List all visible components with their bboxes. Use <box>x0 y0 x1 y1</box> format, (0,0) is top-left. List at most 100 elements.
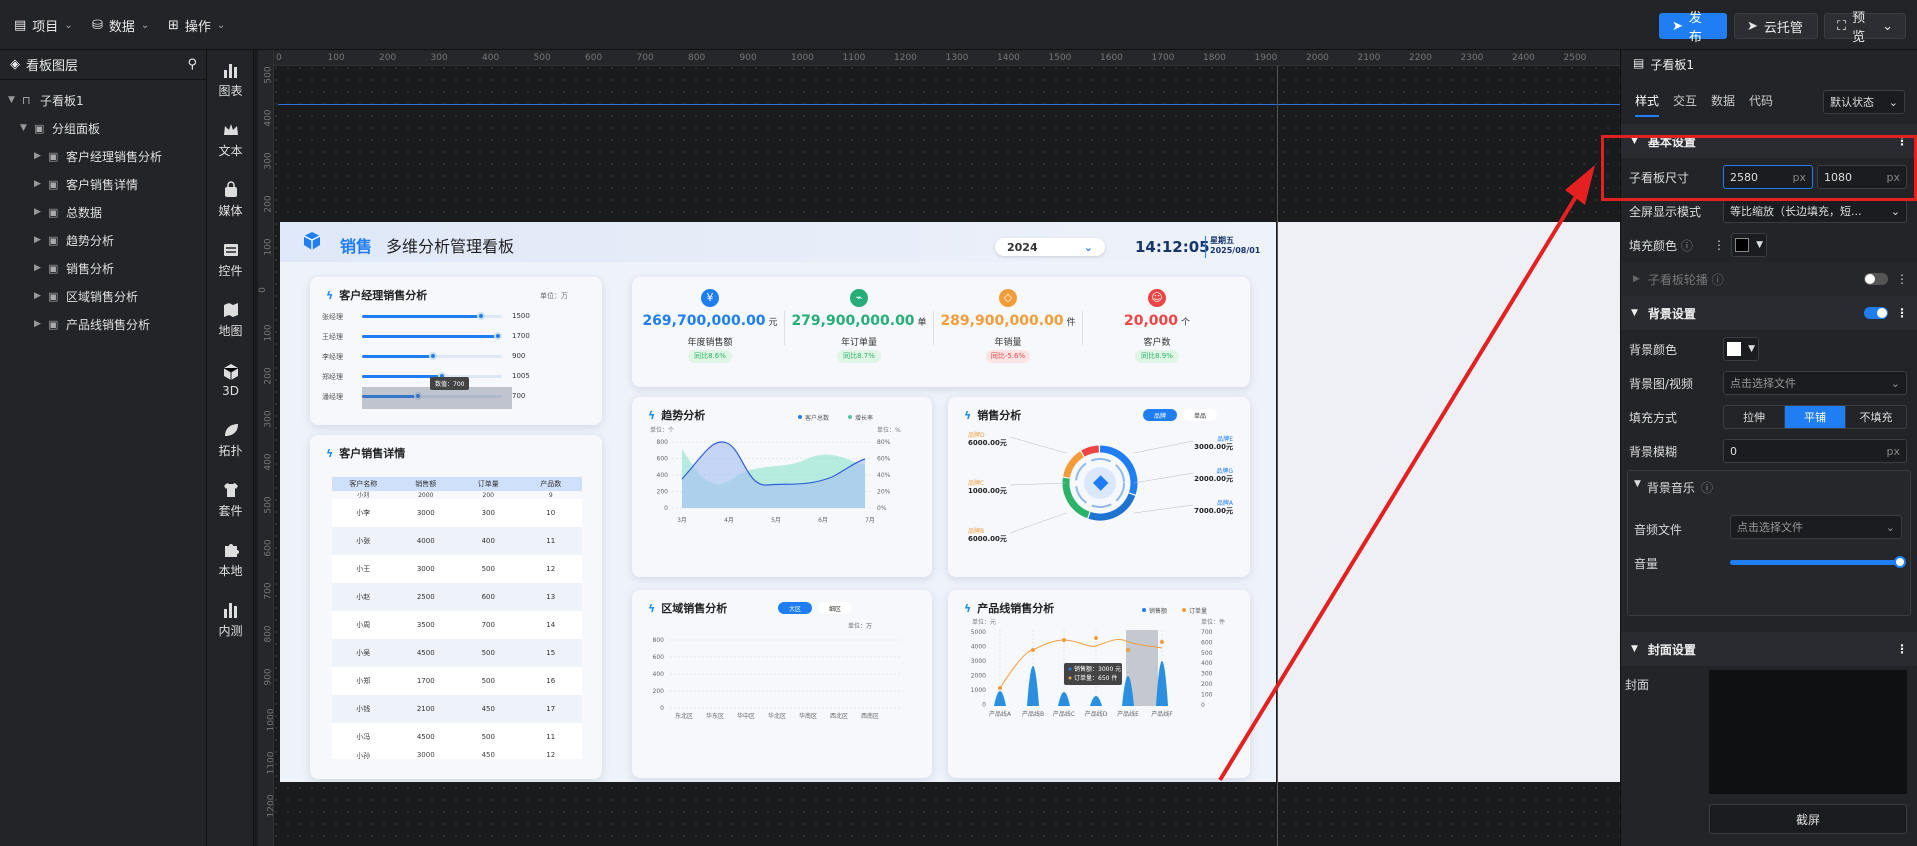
tool-local[interactable]: 本地 <box>207 530 254 590</box>
layer-item[interactable]: ▶ ▣ 客户销售详情 <box>0 170 207 198</box>
help-icon[interactable]: ⓘ <box>1681 239 1693 253</box>
layer-item[interactable]: ▶ ▣ 产品线销售分析 <box>0 310 207 338</box>
caret-right-icon[interactable]: ▶ <box>1633 274 1640 284</box>
tool-beta[interactable]: 内测 <box>207 590 254 650</box>
board-icon: ▤ <box>1633 56 1645 70</box>
ruler-tick: 200 <box>263 367 274 385</box>
table-cell: 10 <box>546 509 556 517</box>
tab-interaction[interactable]: 交互 <box>1673 92 1697 117</box>
axis-unit: 单位：万 <box>848 622 872 630</box>
caret-right-icon[interactable]: ▶ <box>34 179 48 189</box>
layer-item[interactable]: ▶ ▣ 总数据 <box>0 198 207 226</box>
caret-right-icon[interactable]: ▶ <box>34 151 48 161</box>
table-row: 小李 3000 300 10 <box>332 499 582 527</box>
state-select[interactable]: 默认状态 ⌄ <box>1823 90 1905 114</box>
menu-data[interactable]: ⛁ 数据 ⌄ <box>92 13 149 37</box>
volume-thumb[interactable] <box>1894 556 1906 568</box>
tool-3d[interactable]: 3D <box>207 350 254 410</box>
fill-mode-stretch[interactable]: 拉伸 <box>1724 406 1785 428</box>
more-icon[interactable]: ⋮ <box>1896 306 1908 320</box>
fill-mode-none[interactable]: 不填充 <box>1846 406 1906 428</box>
tool-text[interactable]: 文本 <box>207 110 254 170</box>
section-background[interactable]: ▼ 背景设置 ⋮ <box>1621 296 1917 330</box>
ruler-tick: 700 <box>263 582 274 600</box>
screenshot-button[interactable]: 截屏 <box>1709 804 1907 834</box>
layers-icon: ◈ <box>10 57 20 72</box>
more-icon[interactable]: ⋮ <box>1896 272 1908 286</box>
section-cover[interactable]: ▼ 封面设置 ⋮ <box>1621 632 1917 666</box>
more-icon[interactable]: ⋮ <box>1896 642 1908 656</box>
fullscreen-select[interactable]: 等比缩放（长边填充，短... ⌄ <box>1723 199 1907 223</box>
more-icon[interactable]: ⋮ <box>1713 238 1725 252</box>
carousel-toggle[interactable] <box>1864 273 1888 285</box>
caret-down-icon[interactable]: ▼ <box>1634 479 1641 496</box>
caret-down-icon[interactable]: ▼ <box>8 95 22 105</box>
kpi-label: 年销量 <box>994 338 1022 348</box>
volume-slider[interactable] <box>1730 560 1900 565</box>
tool-chart[interactable]: 图表 <box>207 50 254 110</box>
cover-preview[interactable] <box>1709 670 1907 794</box>
layer-item[interactable]: ▼ ▣ 分组面板 <box>0 114 207 142</box>
caret-right-icon[interactable]: ▶ <box>34 319 48 329</box>
tab-data[interactable]: 数据 <box>1711 92 1735 117</box>
caret-right-icon[interactable]: ▶ <box>34 263 48 273</box>
layer-item[interactable]: ▶ ▣ 客户经理销售分析 <box>0 142 207 170</box>
layer-item[interactable]: ▶ ▣ 趋势分析 <box>0 226 207 254</box>
table-cell: 500 <box>481 649 495 657</box>
leader-line <box>1009 436 1067 454</box>
customer-table: 客户名称 销售额 订单量 产品数 小刘 2000 200 9 小李 3000 300 10 小张 4000… <box>332 477 582 763</box>
caret-down-icon[interactable]: ▼ <box>20 123 34 133</box>
tool-media[interactable]: 媒体 <box>207 170 254 230</box>
help-icon[interactable]: ⓘ <box>1712 273 1724 287</box>
ruler-tick: 700 <box>636 53 654 63</box>
tool-control[interactable]: 控件 <box>207 230 254 290</box>
bar-handle[interactable] <box>493 332 502 340</box>
background-toggle[interactable] <box>1864 307 1888 319</box>
dashboard-board[interactable]: 销售 多维分析管理看板 2024 ⌄ 14:12:05 星期五 2025/08/0… <box>280 222 1276 782</box>
caret-right-icon[interactable]: ▶ <box>34 291 48 301</box>
layers-header: ◈ 看板图层 ⚲ <box>0 50 207 80</box>
column-header: 客户名称 <box>349 480 378 488</box>
table-cell: 4500 <box>416 733 435 741</box>
publish-button[interactable]: ➤ 发布 <box>1659 11 1727 45</box>
bg-color-picker[interactable]: ▼ <box>1723 337 1759 361</box>
table-cell: 3000 <box>416 509 435 517</box>
audio-select[interactable]: 点击选择文件 ⌄ <box>1730 515 1902 539</box>
ruler-tick: 2400 <box>1512 53 1535 63</box>
ruler-tick: 1000 <box>266 708 274 732</box>
menu-operation[interactable]: ⊞ 操作 ⌄ <box>168 13 225 37</box>
layer-item[interactable]: ▶ ▣ 区域销售分析 <box>0 282 207 310</box>
list-icon <box>223 244 238 256</box>
tool-kit[interactable]: 套件 <box>207 470 254 530</box>
tool-topology[interactable]: 拓扑 <box>207 410 254 470</box>
table-cell: 17 <box>546 705 556 713</box>
search-icon[interactable]: ⚲ <box>187 57 197 72</box>
caret-right-icon[interactable]: ▶ <box>34 235 48 245</box>
caret-right-icon[interactable]: ▶ <box>34 207 48 217</box>
table-cell: 13 <box>546 593 556 601</box>
tab-code[interactable]: 代码 <box>1749 92 1773 117</box>
fill-color-picker[interactable]: ▼ <box>1731 233 1767 257</box>
year-select[interactable]: 2024 ⌄ <box>995 238 1105 256</box>
layer-item[interactable]: ▶ ▣ 销售分析 <box>0 254 207 282</box>
table-cell: 2000 <box>418 492 434 499</box>
tool-map[interactable]: 地图 <box>207 290 254 350</box>
fill-mode-tile[interactable]: 平铺 <box>1785 406 1846 428</box>
ruler-tick: 400 <box>263 453 274 471</box>
menu-project[interactable]: ▤ 项目 ⌄ <box>14 13 73 37</box>
column-header: 销售额 <box>415 480 437 488</box>
bar-handle[interactable] <box>477 312 485 320</box>
bg-image-select[interactable]: 点击选择文件 ⌄ <box>1723 371 1907 395</box>
tick-label: 800 <box>657 439 669 446</box>
tooltip-text: 订单量：650 件 <box>1074 674 1117 682</box>
tab-style[interactable]: 样式 <box>1635 92 1660 117</box>
ruler-tick: 2300 <box>1460 53 1484 63</box>
ruler-tick: 600 <box>263 539 274 557</box>
layer-item[interactable]: ▼ ⊓ 子看板1 <box>0 86 207 114</box>
help-icon[interactable]: ⓘ <box>1701 479 1713 496</box>
bar-handle[interactable] <box>429 352 438 360</box>
preview-button[interactable]: ⛶ 预览 ⌄ <box>1824 11 1906 45</box>
cloud-hosting-button[interactable]: ➤ 云托管 <box>1734 13 1818 39</box>
blur-input[interactable]: 0 px <box>1723 439 1907 463</box>
tick-label: 0% <box>877 505 887 512</box>
